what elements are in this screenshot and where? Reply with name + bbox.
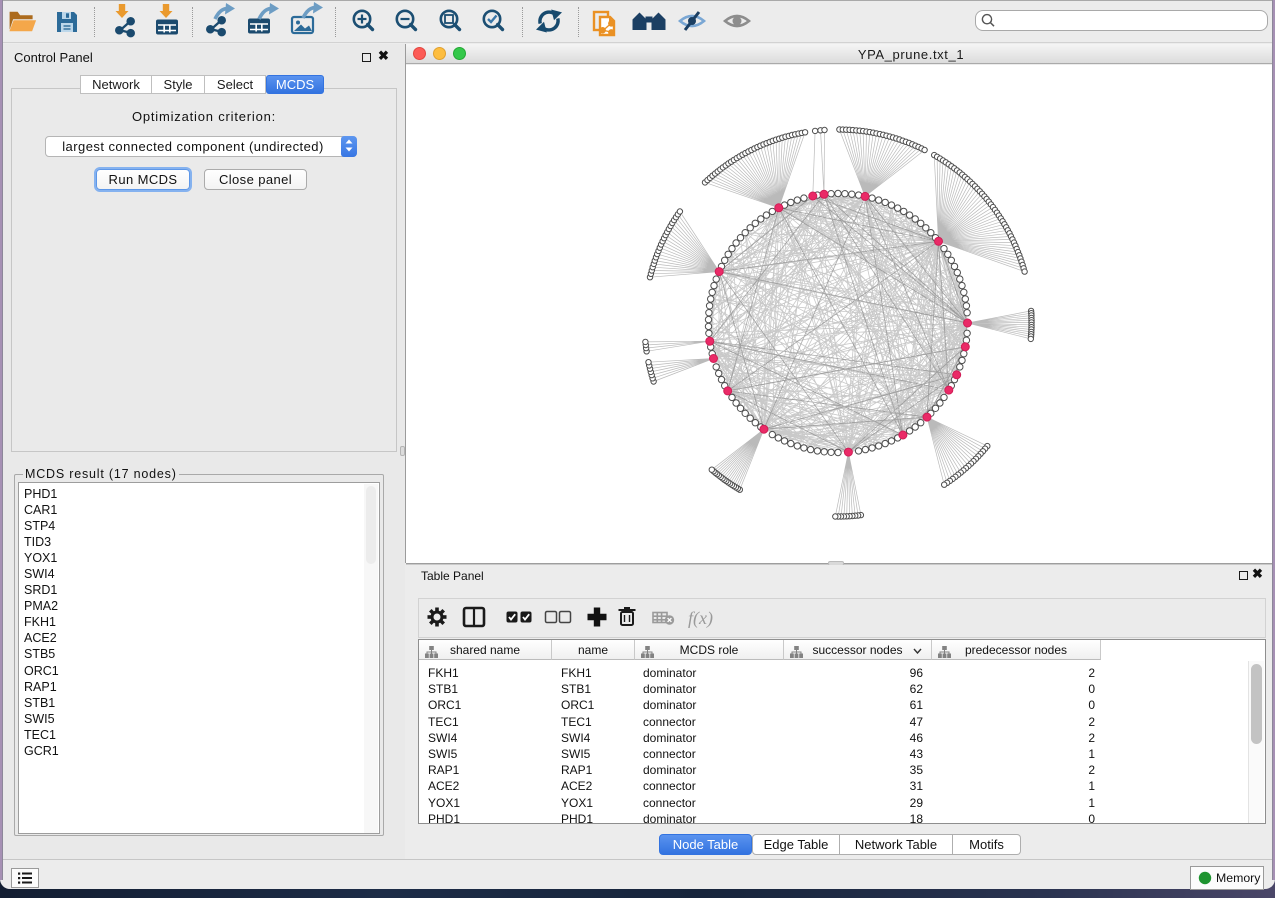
svg-text:f(x): f(x) [688,608,713,629]
svg-text:Memory: Memory [1216,871,1261,885]
